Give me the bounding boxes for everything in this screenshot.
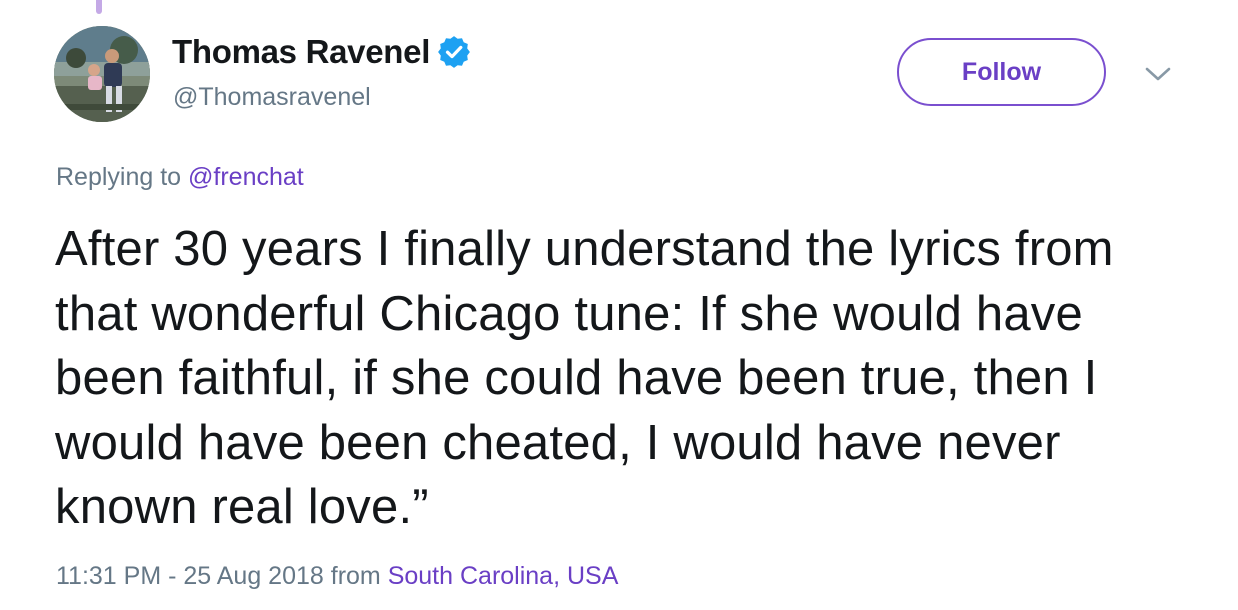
replying-to-label: Replying to <box>56 163 182 191</box>
from-label: from <box>330 562 381 590</box>
reply-mention-link[interactable]: @frenchat <box>188 163 304 191</box>
avatar[interactable] <box>54 26 150 122</box>
chevron-down-icon[interactable] <box>1143 62 1173 86</box>
tweet-location-link[interactable]: South Carolina, USA <box>388 562 619 590</box>
replying-to-line: Replying to @frenchat <box>56 163 304 192</box>
verified-badge-icon <box>438 36 470 68</box>
follow-button[interactable]: Follow <box>897 38 1106 106</box>
profile-photo-icon <box>54 26 150 122</box>
author-handle[interactable]: @Thomasravenel <box>173 83 371 112</box>
author-name-row: Thomas Ravenel <box>172 31 470 73</box>
author-display-name[interactable]: Thomas Ravenel <box>172 33 430 71</box>
tweet-timestamp[interactable]: 11:31 PM - 25 Aug 2018 <box>56 562 324 590</box>
tweet-meta: 11:31 PM - 25 Aug 2018 from South Caroli… <box>56 562 618 591</box>
tweet-text: After 30 years I finally understand the … <box>55 222 1114 534</box>
thread-connector-line <box>96 0 102 14</box>
